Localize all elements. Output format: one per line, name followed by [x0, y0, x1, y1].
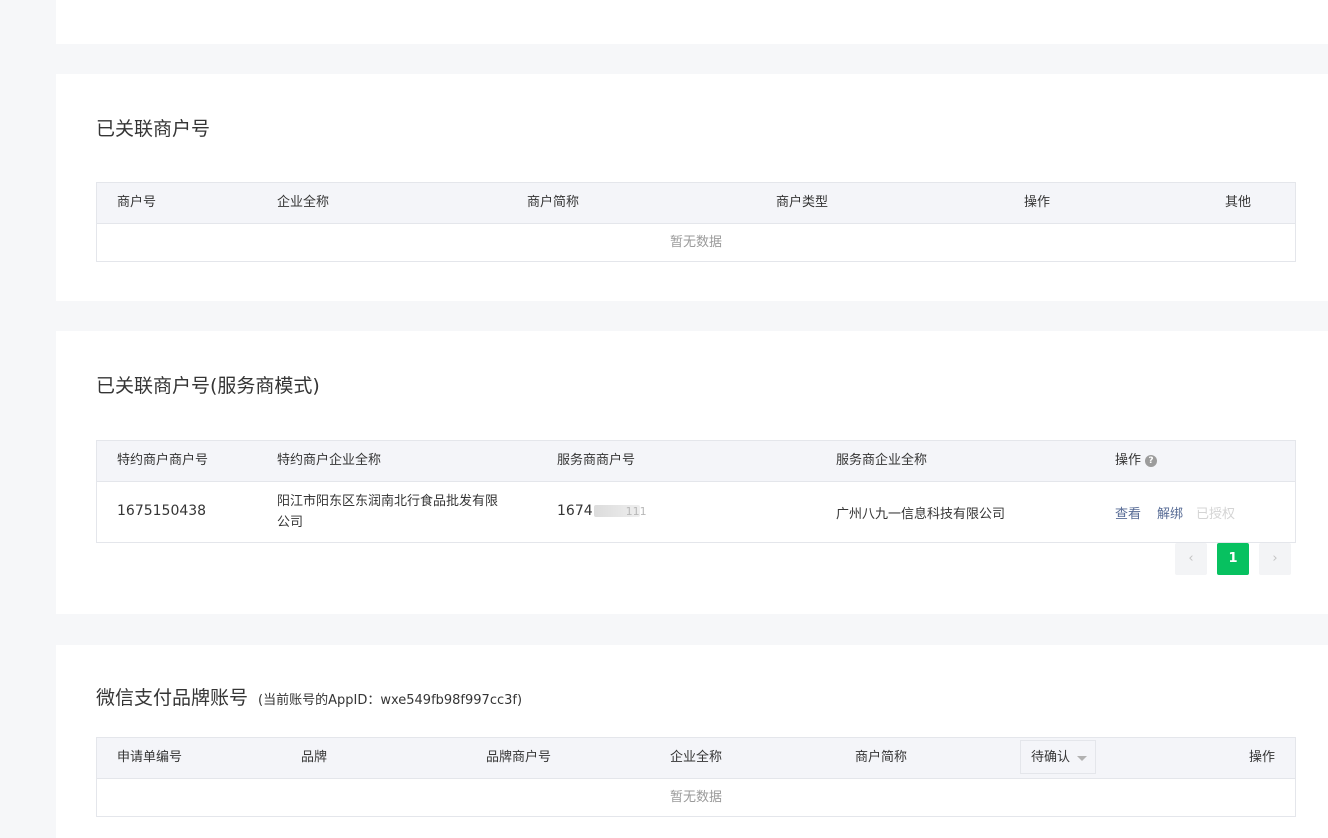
sp-company-name: 广州八九一信息科技有限公司: [836, 507, 1006, 522]
col-brand: 品牌: [301, 750, 328, 765]
col-sp-merchant-id: 服务商商户号: [557, 453, 636, 468]
service-provider-merchants-card: 已关联商户号(服务商模式) 特约商户商户号 特约商户企业全称 服务商商户号 服务…: [56, 331, 1328, 614]
col-short-name: 商户简称: [527, 195, 580, 210]
authorized-label: 已授权: [1196, 507, 1236, 522]
sub-company-name: 阳江市阳东区东润南北行食品批发有限 公司: [277, 494, 499, 530]
chevron-down-icon: [1077, 756, 1087, 761]
service-provider-table: 特约商户商户号 特约商户企业全称 服务商商户号 服务商企业全称 操作? 1675…: [96, 440, 1296, 543]
left-sidebar: [0, 0, 56, 838]
brand-account-card: 微信支付品牌账号 (当前账号的AppID：wxe549fb98f997cc3f) …: [56, 645, 1328, 838]
col-short-name: 商户简称: [855, 750, 908, 765]
section-title: 已关联商户号(服务商模式): [96, 375, 320, 397]
col-sp-company-name: 服务商企业全称: [836, 453, 928, 468]
table-header: 商户号 企业全称 商户简称 商户类型 操作 其他: [97, 183, 1295, 224]
status-filter-dropdown[interactable]: 待确认: [1020, 740, 1096, 774]
col-actions: 操作: [1248, 750, 1275, 765]
brand-account-table: 申请单编号 品牌 品牌商户号 企业全称 商户简称 待确认 操作 暂无数据: [96, 737, 1296, 817]
empty-state: 暂无数据: [669, 235, 722, 250]
col-application-no: 申请单编号: [117, 750, 183, 765]
col-actions: 操作: [1024, 195, 1051, 210]
col-sub-company-name: 特约商户企业全称: [277, 453, 382, 468]
view-link[interactable]: 查看: [1115, 503, 1141, 522]
section-title: 微信支付品牌账号 (当前账号的AppID：wxe549fb98f997cc3f): [96, 687, 523, 709]
linked-merchants-card: 已关联商户号 商户号 企业全称 商户简称 商户类型 操作 其他 暂无数据: [56, 74, 1328, 301]
next-page-button[interactable]: ›: [1259, 543, 1291, 575]
table-row: 1675150438 阳江市阳东区东润南北行食品批发有限 公司 1674 111 …: [97, 482, 1295, 542]
col-actions: 操作?: [1115, 441, 1158, 481]
unbind-link[interactable]: 解绑: [1157, 503, 1183, 522]
col-company-name: 企业全称: [277, 195, 330, 210]
col-sub-merchant-id: 特约商户商户号: [117, 453, 209, 468]
top-card: [56, 0, 1328, 44]
col-company-name: 企业全称: [670, 750, 723, 765]
col-brand-merchant-id: 品牌商户号: [486, 750, 552, 765]
col-merchant-id: 商户号: [117, 195, 157, 210]
table-header: 特约商户商户号 特约商户企业全称 服务商商户号 服务商企业全称 操作?: [97, 441, 1295, 482]
table-header: 申请单编号 品牌 品牌商户号 企业全称 商户简称 待确认 操作: [97, 738, 1295, 779]
sub-merchant-id: 1675150438: [117, 503, 207, 519]
col-other: 其他: [1225, 195, 1252, 210]
help-icon[interactable]: ?: [1145, 454, 1158, 467]
page-1-button[interactable]: 1: [1217, 543, 1249, 575]
sp-merchant-id: 1674 111: [557, 503, 647, 519]
prev-page-button[interactable]: ‹: [1175, 543, 1207, 575]
section-title: 已关联商户号: [96, 118, 211, 140]
empty-state: 暂无数据: [669, 790, 722, 805]
linked-merchants-table: 商户号 企业全称 商户简称 商户类型 操作 其他 暂无数据: [96, 182, 1296, 262]
pagination: ‹ 1 ›: [1175, 543, 1291, 575]
col-merchant-type: 商户类型: [776, 195, 829, 210]
appid-subtitle: (当前账号的AppID：wxe549fb98f997cc3f): [258, 693, 523, 708]
